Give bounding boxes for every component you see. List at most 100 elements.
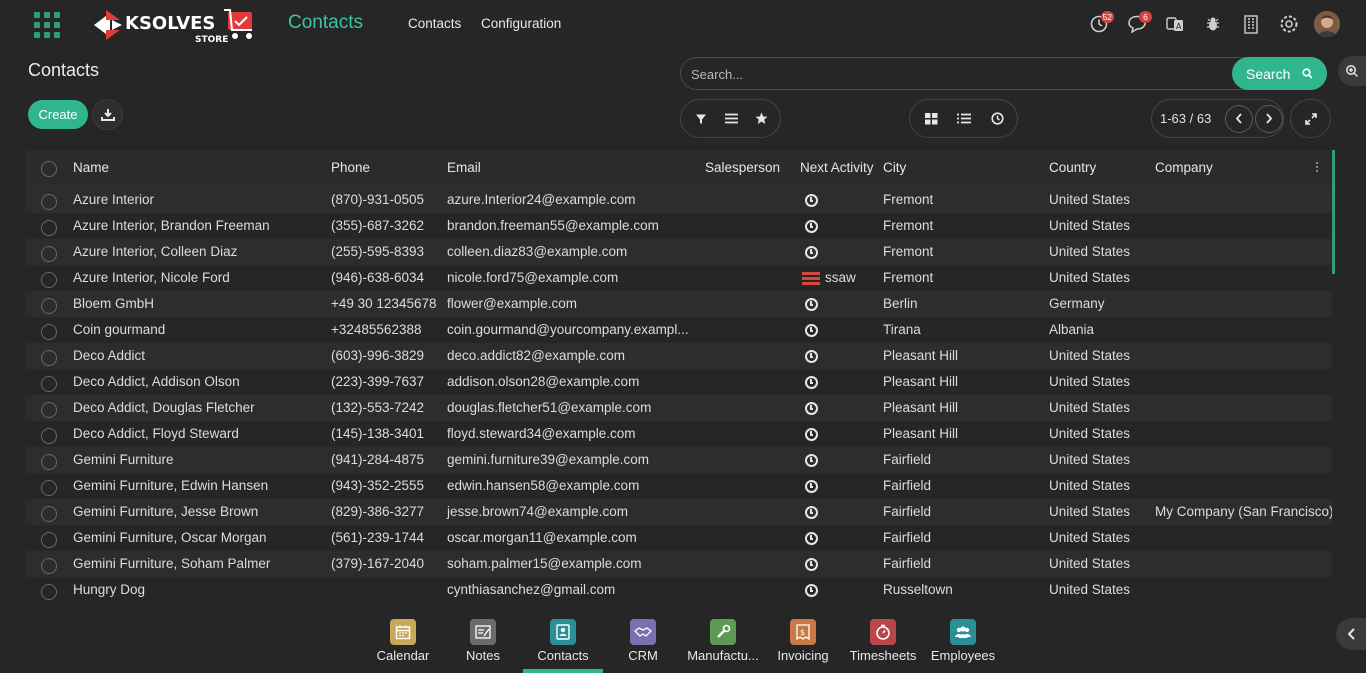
activity-clock-icon[interactable] [805, 584, 818, 597]
scrollbar[interactable] [1332, 150, 1335, 274]
dock-app-crm[interactable]: CRM [603, 612, 683, 673]
search-panel-toggle[interactable] [1338, 56, 1366, 86]
activity-clock-icon[interactable] [805, 298, 818, 311]
table-row[interactable]: Bloem GmbH +49 30 12345678 flower@example.… [25, 291, 1332, 317]
menu-contacts[interactable]: Contacts [408, 16, 461, 31]
table-row[interactable]: Gemini Furniture, Jesse Brown (829)-386-3… [25, 499, 1332, 525]
row-checkbox[interactable] [41, 324, 57, 340]
row-checkbox[interactable] [41, 272, 57, 288]
cell-email: coin.gourmand@yourcompany.exampl... [447, 322, 689, 337]
group-by-icon[interactable] [716, 104, 746, 134]
pager-next-button[interactable] [1255, 104, 1284, 133]
table-row[interactable]: Azure Interior, Colleen Diaz (255)-595-83… [25, 239, 1332, 265]
column-next-activity[interactable]: Next Activity [800, 160, 874, 175]
table-row[interactable]: Deco Addict, Floyd Steward (145)-138-3401… [25, 421, 1332, 447]
favorites-star-icon[interactable] [746, 104, 776, 134]
table-row[interactable]: Azure Interior, Nicole Ford (946)-638-603… [25, 265, 1332, 291]
dock-app-contacts[interactable]: Contacts [523, 612, 603, 673]
column-phone[interactable]: Phone [331, 160, 370, 175]
table-row[interactable]: Coin gourmand +32485562388 coin.gourmand@y… [25, 317, 1332, 343]
activity-clock-icon[interactable] [805, 480, 818, 493]
column-salesperson[interactable]: Salesperson [705, 160, 780, 175]
row-checkbox[interactable] [41, 376, 57, 392]
row-checkbox[interactable] [41, 350, 57, 366]
dock-app-notes[interactable]: Notes [443, 612, 523, 673]
column-company[interactable]: Company [1155, 160, 1213, 175]
table-row[interactable]: Azure Interior (870)-931-0505 azure.Interi… [25, 187, 1332, 213]
search-button[interactable]: Search [1232, 57, 1327, 90]
table-row[interactable]: Deco Addict (603)-996-3829 deco.addict82@e… [25, 343, 1332, 369]
svg-text:A: A [1176, 22, 1182, 31]
menu-configuration[interactable]: Configuration [481, 16, 561, 31]
search-bar[interactable]: Search [680, 57, 1327, 90]
fullscreen-button[interactable] [1290, 99, 1331, 138]
activity-clock-icon[interactable] [805, 428, 818, 441]
activity-view-icon[interactable] [982, 104, 1012, 134]
dock-app-manufactu[interactable]: Manufactu... [683, 612, 763, 673]
row-checkbox[interactable] [41, 532, 57, 548]
dock-app-calendar[interactable]: Calendar [363, 612, 443, 673]
activity-clock-icon[interactable] [805, 402, 818, 415]
table-row[interactable]: Deco Addict, Addison Olson (223)-399-7637… [25, 369, 1332, 395]
table-row[interactable]: Gemini Furniture, Edwin Hansen (943)-352-… [25, 473, 1332, 499]
activity-clock-icon[interactable]: 52 [1080, 8, 1118, 40]
table-row[interactable]: Deco Addict, Douglas Fletcher (132)-553-7… [25, 395, 1332, 421]
table-row[interactable]: Gemini Furniture, Soham Palmer (379)-167-… [25, 551, 1332, 577]
language-icon[interactable]: A [1156, 8, 1194, 40]
row-checkbox[interactable] [41, 454, 57, 470]
row-checkbox[interactable] [41, 220, 57, 236]
row-checkbox[interactable] [41, 506, 57, 522]
company-building-icon[interactable] [1232, 8, 1270, 40]
create-button[interactable]: Create [28, 100, 88, 129]
dock-app-employees[interactable]: Employees [923, 612, 1003, 673]
settings-gear-icon[interactable] [1270, 8, 1308, 40]
optional-columns-icon[interactable] [1316, 162, 1319, 174]
activity-clock-icon[interactable] [805, 558, 818, 571]
pager-value[interactable]: 1-63 / 63 [1160, 111, 1223, 126]
search-icon [1302, 68, 1313, 79]
activity-clock-icon[interactable] [805, 376, 818, 389]
user-avatar[interactable] [1308, 8, 1346, 40]
activity-clock-icon[interactable] [805, 246, 818, 259]
activity-overdue-icon[interactable] [802, 272, 820, 285]
cell-city: Berlin [883, 296, 918, 311]
activity-clock-icon[interactable] [805, 350, 818, 363]
select-all-checkbox[interactable] [41, 161, 57, 177]
activity-clock-icon[interactable] [805, 324, 818, 337]
row-checkbox[interactable] [41, 194, 57, 210]
company-logo[interactable]: KSOLVES STORE [92, 6, 264, 45]
app-title[interactable]: Contacts [288, 12, 363, 34]
app-grid-icon[interactable] [34, 12, 60, 38]
table-row[interactable]: Hungry Dog cynthiasanchez@gmail.com Russel… [25, 577, 1332, 601]
table-row[interactable]: Gemini Furniture (941)-284-4875 gemini.fur… [25, 447, 1332, 473]
column-email[interactable]: Email [447, 160, 481, 175]
dock-collapse-button[interactable] [1336, 618, 1366, 650]
dock-app-invoicing[interactable]: $ Invoicing [763, 612, 843, 673]
column-city[interactable]: City [883, 160, 906, 175]
row-checkbox[interactable] [41, 298, 57, 314]
download-button[interactable] [92, 99, 123, 130]
search-input[interactable] [691, 65, 1211, 83]
activity-clock-icon[interactable] [805, 506, 818, 519]
list-view-icon[interactable] [949, 104, 979, 134]
column-country[interactable]: Country [1049, 160, 1096, 175]
column-name[interactable]: Name [73, 160, 109, 175]
dock-app-timesheets[interactable]: Timesheets [843, 612, 923, 673]
row-checkbox[interactable] [41, 246, 57, 262]
row-checkbox[interactable] [41, 480, 57, 496]
row-checkbox[interactable] [41, 558, 57, 574]
activity-clock-icon[interactable] [805, 220, 818, 233]
activity-clock-icon[interactable] [805, 454, 818, 467]
pager-previous-button[interactable] [1225, 104, 1254, 133]
table-row[interactable]: Azure Interior, Brandon Freeman (355)-687… [25, 213, 1332, 239]
messages-icon[interactable]: 6 [1118, 8, 1156, 40]
table-row[interactable]: Gemini Furniture, Oscar Morgan (561)-239-… [25, 525, 1332, 551]
row-checkbox[interactable] [41, 584, 57, 600]
activity-clock-icon[interactable] [805, 532, 818, 545]
debug-bug-icon[interactable] [1194, 8, 1232, 40]
filter-icon[interactable] [686, 104, 716, 134]
activity-clock-icon[interactable] [805, 194, 818, 207]
row-checkbox[interactable] [41, 402, 57, 418]
row-checkbox[interactable] [41, 428, 57, 444]
kanban-view-icon[interactable] [916, 104, 946, 134]
